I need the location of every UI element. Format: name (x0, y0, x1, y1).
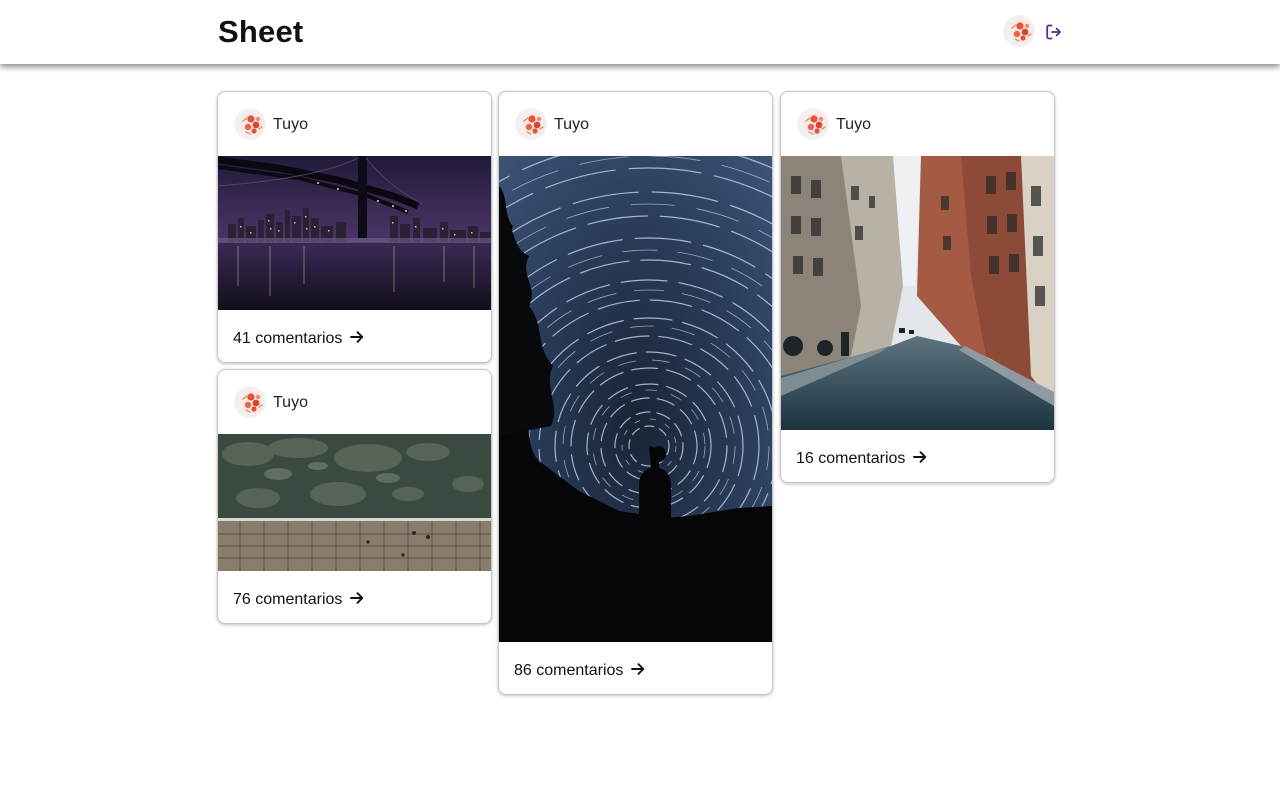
comments-count: 76 comentarios (233, 591, 343, 608)
post-card: Tuyo (498, 91, 773, 695)
post-card: Tuyo (217, 91, 492, 363)
night-city-bridge-photo[interactable] (218, 156, 491, 310)
post-header: Tuyo (218, 370, 491, 434)
post-header: Tuyo (218, 92, 491, 156)
arrow-right-icon (912, 449, 928, 465)
post-author-avatar-icon (515, 108, 547, 140)
comments-count: 86 comentarios (514, 662, 624, 679)
comments-link[interactable]: 86 comentarios (514, 661, 646, 680)
post-header: Tuyo (499, 92, 772, 156)
arrow-right-icon (349, 329, 365, 345)
post-card: Tuyo 76 comentarios (217, 369, 492, 624)
comments-count: 41 comentarios (233, 330, 343, 347)
logout-icon[interactable] (1045, 23, 1063, 41)
post-card: Tuyo (780, 91, 1055, 483)
post-author-name: Tuyo (554, 116, 589, 133)
city-street-photo[interactable] (781, 156, 1054, 430)
comments-count: 16 comentarios (796, 450, 906, 467)
post-footer: 86 comentarios (499, 642, 772, 694)
comments-link[interactable]: 41 comentarios (233, 329, 365, 348)
post-footer: 16 comentarios (781, 430, 1054, 482)
post-author-name: Tuyo (273, 394, 308, 411)
post-author-name: Tuyo (273, 116, 308, 133)
post-author-avatar-icon (234, 108, 266, 140)
post-author-avatar-icon (234, 386, 266, 418)
comments-link[interactable]: 16 comentarios (796, 449, 928, 468)
arrow-right-icon (349, 590, 365, 606)
post-author-avatar-icon (797, 108, 829, 140)
post-footer: 41 comentarios (218, 310, 491, 362)
aerial-pier-photo[interactable] (218, 434, 491, 571)
app-brand[interactable]: Sheet (218, 14, 303, 50)
post-header: Tuyo (781, 92, 1054, 156)
post-footer: 76 comentarios (218, 571, 491, 623)
star-trails-photo[interactable] (499, 156, 772, 642)
top-navbar: Sheet (0, 0, 1280, 64)
post-author-name: Tuyo (836, 116, 871, 133)
comments-link[interactable]: 76 comentarios (233, 590, 365, 609)
arrow-right-icon (630, 661, 646, 677)
user-avatar-icon[interactable] (1003, 15, 1035, 47)
